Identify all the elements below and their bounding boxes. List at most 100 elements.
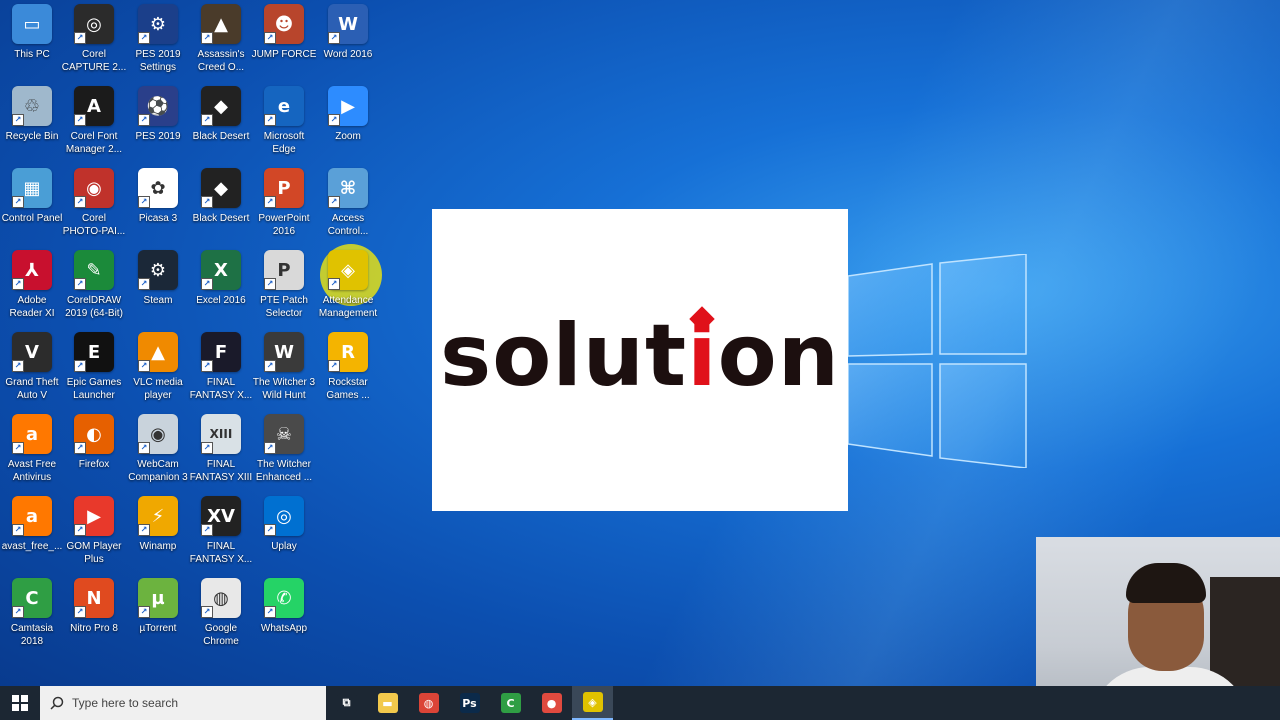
desktop-shortcut-label: Assassin's Creed O... — [197, 49, 245, 73]
steam-icon: ⚙ ↗ — [138, 250, 178, 290]
taskbar-app-button[interactable]: ◍ — [408, 686, 449, 720]
desktop-shortcut[interactable]: ✆ ↗ WhatsApp — [252, 578, 316, 635]
icon-glyph: C — [25, 587, 39, 609]
desktop-shortcut[interactable]: ◐ ↗ Firefox — [62, 414, 126, 471]
taskbar-app-button[interactable]: Ps — [449, 686, 490, 720]
attendance-icon: ◈ — [582, 692, 603, 712]
desktop-shortcut[interactable]: ◍ ↗ Google Chrome — [189, 578, 253, 648]
desktop-shortcut[interactable]: P ↗ PTE Patch Selector — [252, 250, 316, 320]
desktop-shortcut[interactable]: ◎ ↗ Corel CAPTURE 2... — [62, 4, 126, 74]
desktop-shortcut-label: Uplay — [271, 541, 297, 552]
shortcut-arrow-icon: ↗ — [264, 360, 276, 372]
powerpoint-icon: P ↗ — [264, 168, 304, 208]
adobe-reader-icon: ⅄ ↗ — [12, 250, 52, 290]
desktop-shortcut[interactable]: ▲ ↗ Assassin's Creed O... — [189, 4, 253, 74]
taskbar-app-button[interactable]: C — [490, 686, 531, 720]
avast-installer-icon: a ↗ — [12, 496, 52, 536]
desktop-shortcut[interactable]: ◉ ↗ Corel PHOTO-PAI... — [62, 168, 126, 238]
desktop-shortcut[interactable]: ⚙ ↗ Steam — [126, 250, 190, 307]
icon-glyph: XIII — [209, 427, 233, 441]
desktop-shortcut-label: PTE Patch Selector — [260, 295, 308, 319]
shortcut-arrow-icon: ↗ — [138, 32, 150, 44]
desktop-shortcut[interactable]: ⌘ ↗ Access Control... — [316, 168, 380, 238]
desktop-shortcut[interactable]: ♲ ↗ Recycle Bin — [0, 86, 64, 143]
desktop-shortcut[interactable]: ◆ ↗ Black Desert — [189, 168, 253, 225]
pte-patch-icon: P ↗ — [264, 250, 304, 290]
desktop-shortcut[interactable]: X ↗ Excel 2016 — [189, 250, 253, 307]
desktop-shortcut[interactable]: ⚽ ↗ PES 2019 — [126, 86, 190, 143]
desktop-shortcut[interactable]: N ↗ Nitro Pro 8 — [62, 578, 126, 635]
desktop-shortcut[interactable]: V ↗ Grand Theft Auto V — [0, 332, 64, 402]
desktop-shortcut[interactable]: e ↗ Microsoft Edge — [252, 86, 316, 156]
desktop-shortcut[interactable]: W ↗ Word 2016 — [316, 4, 380, 61]
shortcut-arrow-icon: ↗ — [12, 606, 24, 618]
rockstar-icon: R ↗ — [328, 332, 368, 372]
witcher-icon: W ↗ — [264, 332, 304, 372]
desktop-shortcut[interactable]: A ↗ Corel Font Manager 2... — [62, 86, 126, 156]
shortcut-arrow-icon: ↗ — [74, 360, 86, 372]
icon-glyph: ✆ — [276, 587, 292, 609]
icon-glyph: ☻ — [274, 13, 294, 35]
desktop-shortcut[interactable]: C ↗ Camtasia 2018 — [0, 578, 64, 648]
desktop-shortcut[interactable]: ◉ ↗ WebCam Companion 3 — [126, 414, 190, 484]
desktop-shortcut[interactable]: a ↗ Avast Free Antivirus — [0, 414, 64, 484]
shortcut-arrow-icon: ↗ — [138, 442, 150, 454]
desktop-shortcut[interactable]: F ↗ FINAL FANTASY X... — [189, 332, 253, 402]
icon-glyph: ⚙ — [149, 13, 167, 35]
desktop-shortcut[interactable]: R ↗ Rockstar Games ... — [316, 332, 380, 402]
desktop-shortcut[interactable]: ▶ ↗ GOM Player Plus — [62, 496, 126, 566]
file-explorer-icon: ▬ — [377, 693, 398, 713]
desktop-shortcut[interactable]: ◈ ↗ Attendance Management — [316, 250, 380, 320]
icon-glyph: ▶ — [87, 505, 101, 527]
desktop-shortcut-label: Grand Theft Auto V — [5, 377, 59, 401]
taskbar-app-button[interactable]: ● — [531, 686, 572, 720]
desktop-shortcut-label: Winamp — [139, 541, 177, 552]
shortcut-arrow-icon: ↗ — [74, 278, 86, 290]
desktop-shortcut[interactable]: ⚡ ↗ Winamp — [126, 496, 190, 553]
desktop-shortcut[interactable]: ☻ ↗ JUMP FORCE — [252, 4, 316, 61]
shortcut-arrow-icon: ↗ — [201, 360, 213, 372]
desktop-shortcut[interactable]: ◎ ↗ Uplay — [252, 496, 316, 553]
desktop-shortcut[interactable]: µ ↗ µTorrent — [126, 578, 190, 635]
taskbar-app-button[interactable]: ▬ — [367, 686, 408, 720]
black-desert-icon: ◆ ↗ — [201, 168, 241, 208]
shortcut-arrow-icon: ↗ — [12, 524, 24, 536]
desktop-shortcut[interactable]: ▦ ↗ Control Panel — [0, 168, 64, 225]
nitro-icon: N ↗ — [74, 578, 114, 618]
shortcut-arrow-icon: ↗ — [264, 606, 276, 618]
desktop-shortcut-label: FINAL FANTASY XIII — [189, 459, 253, 483]
desktop-shortcut[interactable]: ▶ ↗ Zoom — [316, 86, 380, 143]
icon-glyph: ⚡ — [151, 505, 165, 527]
desktop-shortcut[interactable]: ⅄ ↗ Adobe Reader XI — [0, 250, 64, 320]
taskbar: Type here to search ⧉ ▬ ◍ Ps C ● ◈ — [0, 686, 1280, 720]
desktop-shortcut[interactable]: P ↗ PowerPoint 2016 — [252, 168, 316, 238]
control-panel-icon: ▦ ↗ — [12, 168, 52, 208]
desktop-shortcut[interactable]: ▲ ↗ VLC media player — [126, 332, 190, 402]
desktop-shortcut[interactable]: XIII ↗ FINAL FANTASY XIII — [189, 414, 253, 484]
desktop-shortcut[interactable]: ✎ ↗ CorelDRAW 2019 (64-Bit) — [62, 250, 126, 320]
desktop-shortcut[interactable]: ▭ This PC — [0, 4, 64, 61]
desktop-shortcut[interactable]: E ↗ Epic Games Launcher — [62, 332, 126, 402]
start-button[interactable] — [0, 686, 40, 720]
taskbar-app-button[interactable]: ⧉ — [326, 686, 367, 720]
desktop-shortcut[interactable]: ✿ ↗ Picasa 3 — [126, 168, 190, 225]
shortcut-arrow-icon: ↗ — [264, 114, 276, 126]
search-icon — [50, 696, 64, 710]
firefox-icon: ◐ ↗ — [74, 414, 114, 454]
icon-glyph: ◆ — [214, 95, 228, 117]
desktop-shortcut[interactable]: XV ↗ FINAL FANTASY X... — [189, 496, 253, 566]
assassins-creed-icon: ▲ ↗ — [201, 4, 241, 44]
taskbar-app-button[interactable]: ◈ — [572, 686, 613, 720]
desktop-shortcut-label: CorelDRAW 2019 (64-Bit) — [65, 295, 123, 319]
taskbar-search-box[interactable]: Type here to search — [40, 686, 326, 720]
icon-glyph: ☠ — [275, 423, 293, 445]
desktop-shortcut[interactable]: a ↗ avast_free_... — [0, 496, 64, 553]
desktop-shortcut-label: µTorrent — [139, 623, 177, 634]
excel-icon: X ↗ — [201, 250, 241, 290]
desktop-shortcut[interactable]: ⚙ ↗ PES 2019 Settings — [126, 4, 190, 74]
pes-settings-icon: ⚙ ↗ — [138, 4, 178, 44]
desktop-shortcut[interactable]: W ↗ The Witcher 3 Wild Hunt — [252, 332, 316, 402]
desktop-shortcut-label: PES 2019 — [135, 131, 181, 142]
desktop-shortcut[interactable]: ◆ ↗ Black Desert — [189, 86, 253, 143]
desktop-shortcut[interactable]: ☠ ↗ The Witcher Enhanced ... — [252, 414, 316, 484]
